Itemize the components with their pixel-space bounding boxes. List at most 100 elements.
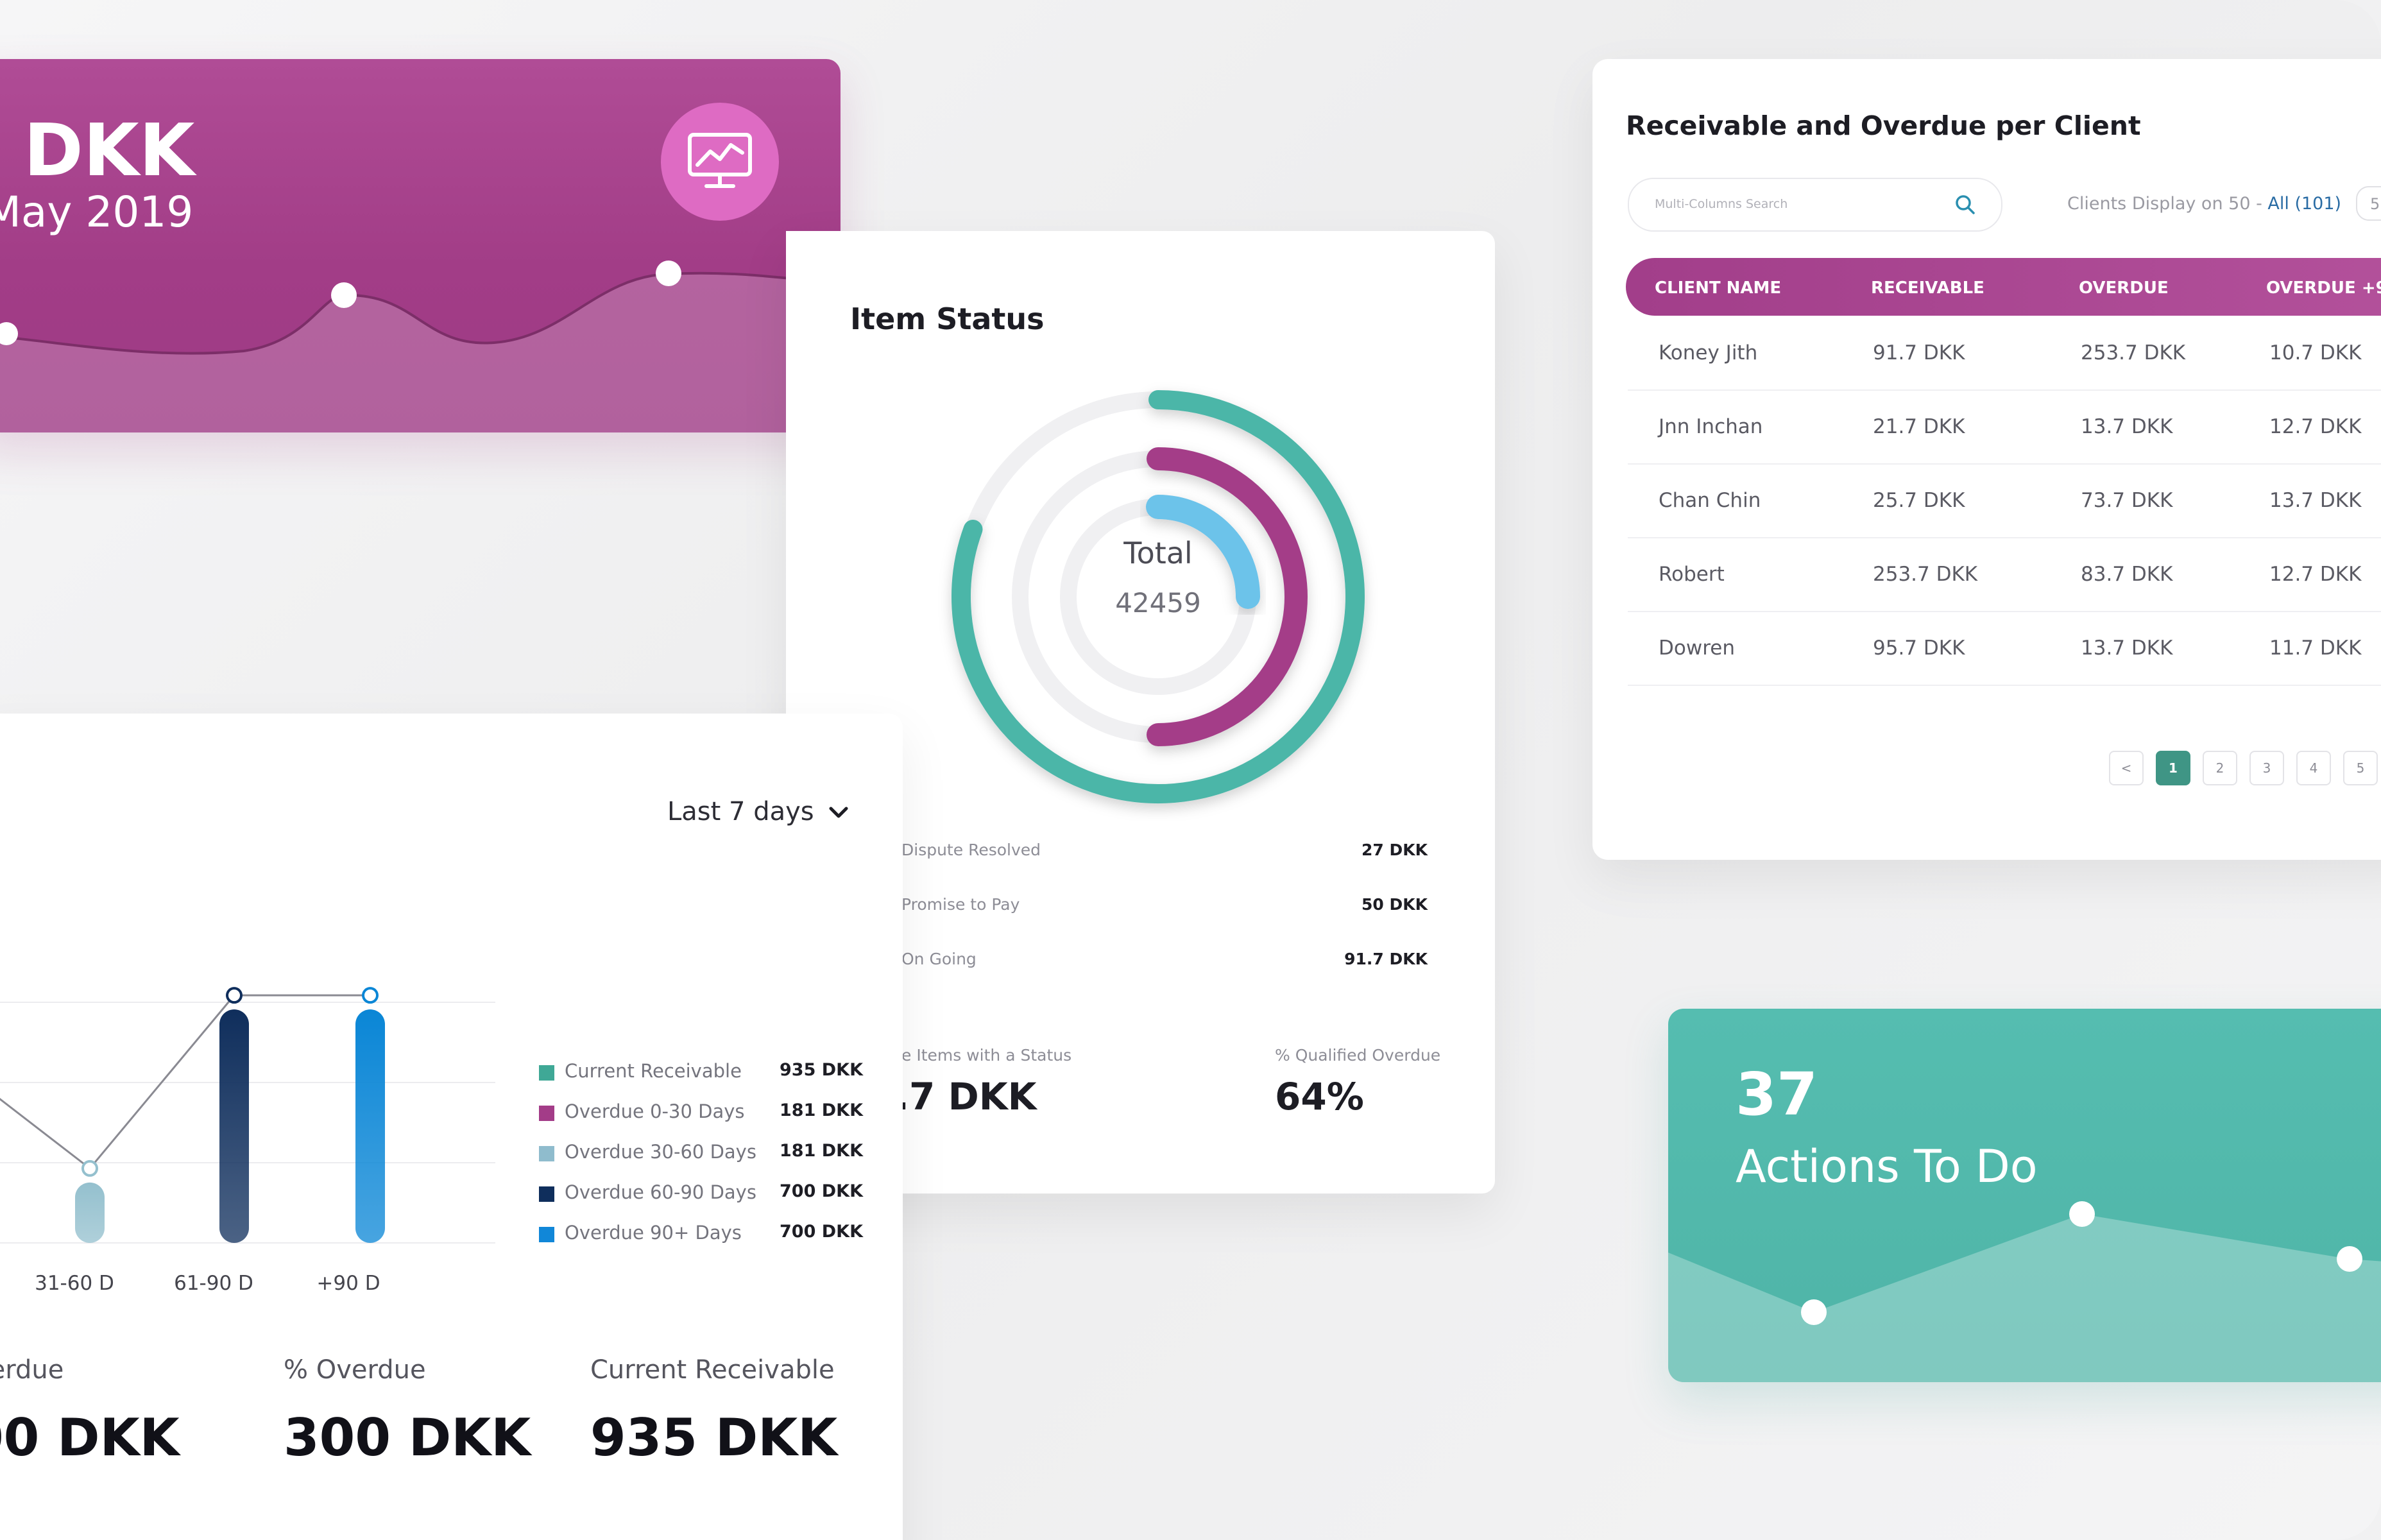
table-row[interactable]: Koney Jith 91.7 DKK 253.7 DKK 10.7 DKK bbox=[1628, 316, 2381, 391]
item-status-title: Item Status bbox=[850, 302, 1045, 336]
stat-overdue-value: 00 DKK bbox=[0, 1408, 180, 1467]
clients-display: Clients Display on 50 - All (101) bbox=[2067, 194, 2341, 214]
legend-value: 181 DKK bbox=[780, 1141, 864, 1161]
period-dropdown[interactable]: Last 7 days bbox=[667, 797, 849, 826]
legend-item: Overdue 60-90 Days 700 DKK bbox=[539, 1181, 864, 1213]
qualified-overdue-value: 64% bbox=[1275, 1075, 1364, 1118]
clients-display-text: Clients Display on 50 - bbox=[2067, 194, 2268, 214]
revenue-point bbox=[656, 261, 681, 286]
dashboard-showcase: 7 DKK es May 2019 Item Status bbox=[0, 0, 2381, 1540]
status-label: On Going bbox=[901, 950, 977, 968]
table-row[interactable]: Dowren 95.7 DKK 13.7 DKK 11.7 DKK bbox=[1628, 611, 2381, 686]
search-input[interactable]: Multi-Columns Search bbox=[1628, 178, 2002, 232]
legend-swatch bbox=[539, 1146, 554, 1161]
trend-point[interactable] bbox=[226, 987, 243, 1004]
pagination-page-1[interactable]: 1 bbox=[2156, 751, 2190, 785]
stat-percent-overdue-value: 300 DKK bbox=[284, 1408, 531, 1467]
cell-overdue-90: 11.7 DKK bbox=[2269, 637, 2362, 660]
page-size-select[interactable]: 5 bbox=[2356, 186, 2381, 221]
legend-label: Overdue 60-90 Days bbox=[565, 1181, 756, 1203]
cell-receivable: 253.7 DKK bbox=[1873, 563, 1978, 586]
x-tick-label: +90 D bbox=[316, 1272, 380, 1295]
legend-label: Overdue 30-60 Days bbox=[565, 1141, 756, 1163]
cell-overdue-90: 13.7 DKK bbox=[2269, 489, 2362, 512]
status-label: Dispute Resolved bbox=[901, 841, 1041, 859]
client-table-card: Receivable and Overdue per Client Multi-… bbox=[1592, 59, 2381, 860]
column-header[interactable]: OVERDUE +90 bbox=[2266, 278, 2381, 298]
legend-value: 700 DKK bbox=[780, 1222, 864, 1242]
table-row[interactable]: Robert 253.7 DKK 83.7 DKK 12.7 DKK bbox=[1628, 537, 2381, 612]
table-header: CLIENT NAME RECEIVABLE OVERDUE OVERDUE +… bbox=[1626, 258, 2381, 316]
cell-client-name: Robert bbox=[1659, 563, 1725, 586]
actions-card[interactable]: 37 Actions To Do bbox=[1668, 1009, 2381, 1382]
x-tick-label: 31-60 D bbox=[35, 1272, 114, 1295]
pagination-page-4[interactable]: 4 bbox=[2296, 751, 2331, 785]
column-header[interactable]: RECEIVABLE bbox=[1871, 278, 1984, 298]
overdue-bar-chart bbox=[0, 987, 495, 1244]
legend-label: Current Receivable bbox=[565, 1060, 742, 1082]
chevron-down-icon bbox=[829, 807, 848, 818]
cell-receivable: 21.7 DKK bbox=[1873, 415, 1965, 438]
actions-point bbox=[1801, 1299, 1827, 1325]
legend-swatch bbox=[539, 1106, 554, 1121]
column-header[interactable]: OVERDUE bbox=[2079, 278, 2169, 298]
trend-point[interactable] bbox=[362, 987, 379, 1004]
legend-value: 700 DKK bbox=[780, 1181, 864, 1201]
status-value: 91.7 DKK bbox=[1344, 950, 1428, 968]
cell-receivable: 25.7 DKK bbox=[1873, 489, 1965, 512]
bar-61-90 D[interactable] bbox=[219, 1009, 249, 1243]
legend-swatch bbox=[539, 1227, 554, 1242]
revenue-card: 7 DKK es May 2019 bbox=[0, 59, 841, 432]
cell-overdue: 73.7 DKK bbox=[2081, 489, 2173, 512]
qualified-overdue-label: % Qualified Overdue bbox=[1275, 1046, 1441, 1065]
status-value: 27 DKK bbox=[1361, 841, 1428, 859]
items-with-status-value: .7 DKK bbox=[895, 1075, 1037, 1118]
legend-item: Overdue 0-30 Days 181 DKK bbox=[539, 1100, 863, 1133]
cell-overdue: 13.7 DKK bbox=[2081, 415, 2173, 438]
pagination-page-3[interactable]: 3 bbox=[2249, 751, 2284, 785]
cell-client-name: Dowren bbox=[1659, 637, 1735, 660]
overdue-chart-card: Last 7 days 31-60 D 61-90 D +90 D Curren… bbox=[0, 714, 903, 1540]
donut-total-value: 42459 bbox=[1115, 587, 1201, 619]
cell-overdue-90: 12.7 DKK bbox=[2269, 563, 2362, 586]
pagination-prev-button[interactable]: < bbox=[2109, 751, 2144, 785]
x-tick-label: 61-90 D bbox=[174, 1272, 253, 1295]
stat-current-receivable-label: Current Receivable bbox=[590, 1355, 835, 1385]
cell-overdue: 253.7 DKK bbox=[2081, 341, 2186, 364]
client-table-title: Receivable and Overdue per Client bbox=[1626, 110, 2141, 141]
table-row[interactable]: Jnn Inchan 21.7 DKK 13.7 DKK 12.7 DKK bbox=[1628, 389, 2381, 465]
legend-item: Overdue 90+ Days 700 DKK bbox=[539, 1222, 864, 1254]
bar-+90 D[interactable] bbox=[355, 1009, 385, 1243]
legend-item: Overdue 30-60 Days 181 DKK bbox=[539, 1141, 864, 1173]
status-label: Promise to Pay bbox=[901, 895, 1020, 914]
legend-item: Current Receivable 935 DKK bbox=[539, 1060, 864, 1092]
actions-point bbox=[2069, 1201, 2095, 1227]
stat-overdue-label: verdue bbox=[0, 1355, 64, 1385]
cell-client-name: Koney Jith bbox=[1659, 341, 1758, 364]
legend-label: Overdue 90+ Days bbox=[565, 1222, 742, 1244]
cell-receivable: 95.7 DKK bbox=[1873, 637, 1965, 660]
legend-swatch bbox=[539, 1186, 554, 1202]
cell-client-name: Jnn Inchan bbox=[1659, 415, 1763, 438]
revenue-wave bbox=[0, 261, 841, 432]
donut-total-label: Total bbox=[1123, 536, 1193, 570]
clients-display-all-link[interactable]: All (101) bbox=[2267, 194, 2341, 214]
pagination-page-5[interactable]: 5 bbox=[2343, 751, 2378, 785]
stat-percent-overdue-label: % Overdue bbox=[284, 1355, 426, 1385]
search-icon[interactable] bbox=[1952, 192, 1978, 218]
cell-overdue: 83.7 DKK bbox=[2081, 563, 2173, 586]
items-with-status-label: e Items with a Status bbox=[901, 1046, 1072, 1065]
actions-point bbox=[2337, 1246, 2362, 1272]
legend-label: Overdue 0-30 Days bbox=[565, 1100, 745, 1122]
cell-overdue: 13.7 DKK bbox=[2081, 637, 2173, 660]
legend-value: 935 DKK bbox=[780, 1060, 864, 1080]
column-header[interactable]: CLIENT NAME bbox=[1655, 278, 1781, 298]
stat-current-receivable-value: 935 DKK bbox=[590, 1408, 838, 1467]
cell-receivable: 91.7 DKK bbox=[1873, 341, 1965, 364]
trend-point[interactable] bbox=[81, 1159, 98, 1177]
period-label: Last 7 days bbox=[667, 797, 814, 826]
table-row[interactable]: Chan Chin 25.7 DKK 73.7 DKK 13.7 DKK bbox=[1628, 463, 2381, 538]
pagination-page-2[interactable]: 2 bbox=[2203, 751, 2237, 785]
legend-swatch bbox=[539, 1065, 554, 1081]
bar-31-60 D[interactable] bbox=[75, 1182, 105, 1243]
